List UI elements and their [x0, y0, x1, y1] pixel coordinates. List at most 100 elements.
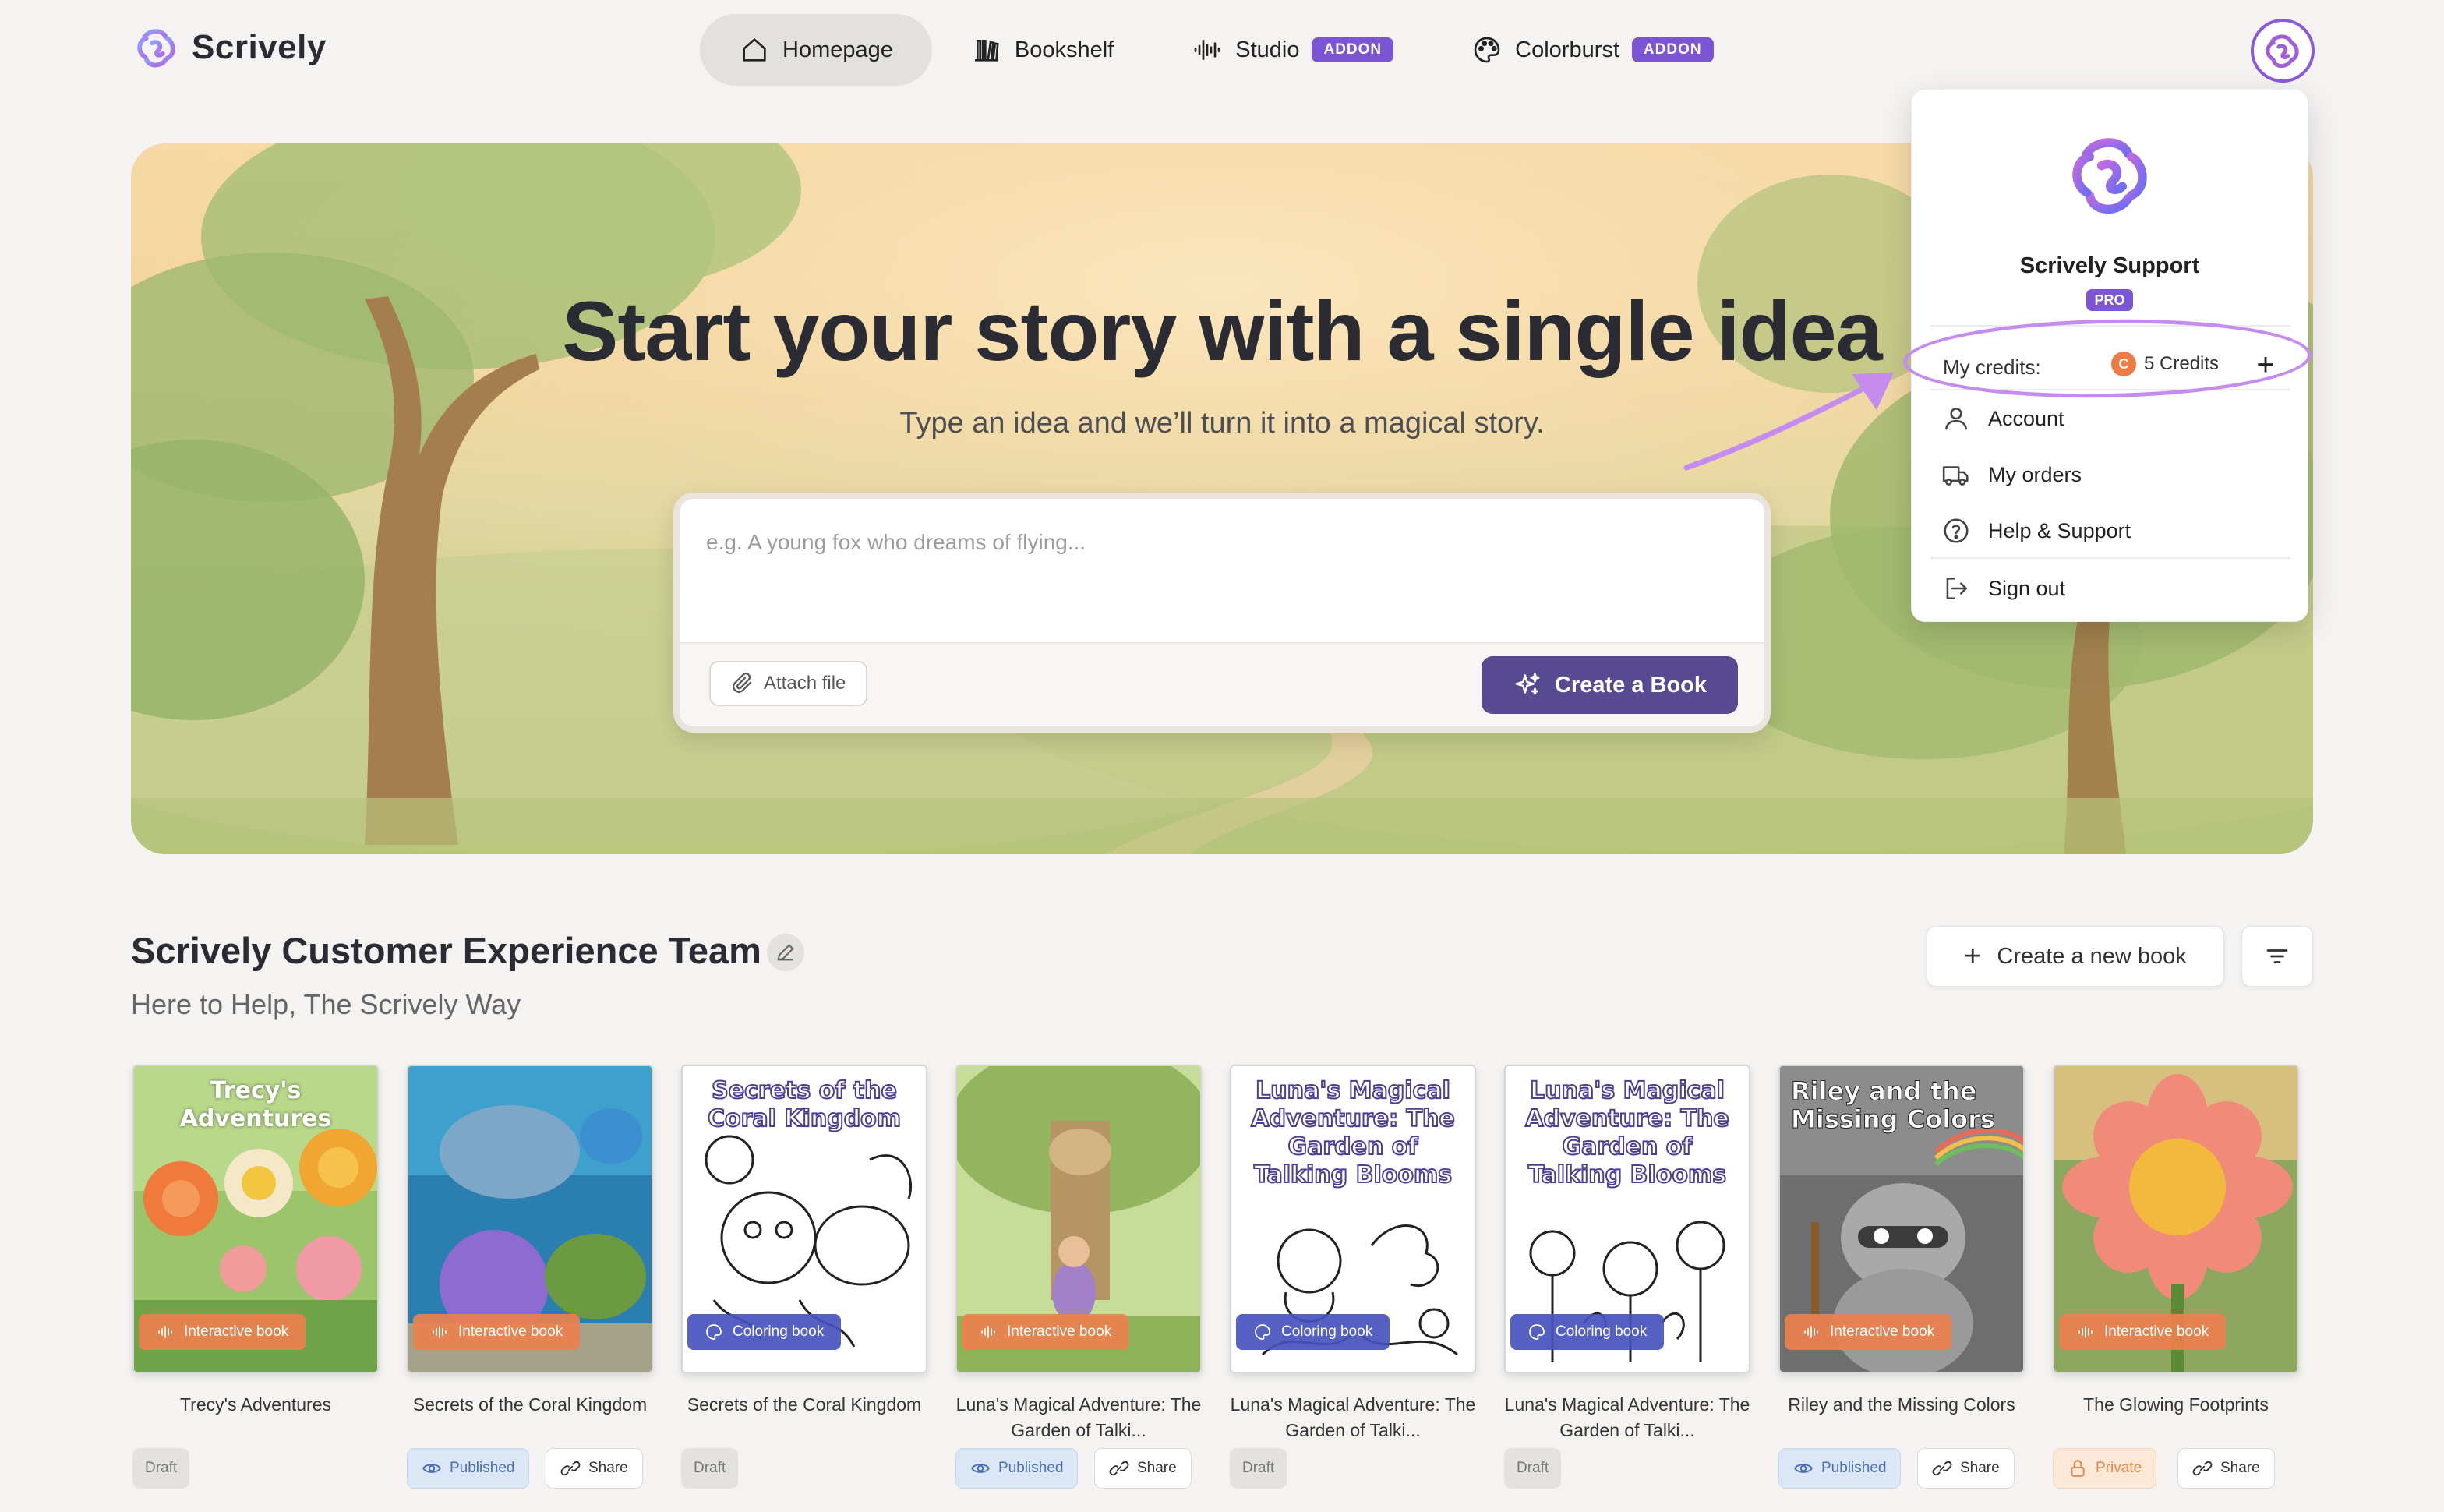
book-actions: Draft [132, 1448, 397, 1492]
book-cover[interactable]: Interactive book [407, 1065, 653, 1373]
link-icon [1932, 1461, 1952, 1476]
menu-item-account[interactable]: Account [1941, 395, 2276, 442]
audio-wave-icon [433, 1326, 447, 1338]
share-button[interactable]: Share [1917, 1448, 2015, 1489]
book-type-badge: Interactive book [962, 1314, 1129, 1350]
book-type-label: Interactive book [184, 1323, 289, 1340]
status-badge-published: Published [407, 1448, 530, 1489]
book-actions: Private Share [2053, 1448, 2318, 1492]
book-card[interactable]: Interactive book Secrets of the Coral Ki… [407, 1065, 653, 1489]
cover-title: Riley and the Missing Colors [1791, 1076, 1996, 1134]
book-actions: Draft [1504, 1448, 1769, 1492]
book-cover[interactable]: Luna's Magical Adventure: The Garden of … [1230, 1065, 1476, 1373]
book-title[interactable]: Trecy's Adventures [132, 1392, 379, 1443]
book-type-badge: Interactive book [1785, 1314, 1952, 1350]
status-label: Published [450, 1460, 515, 1476]
book-title[interactable]: The Glowing Footprints [2053, 1392, 2299, 1443]
share-button[interactable]: Share [2177, 1448, 2275, 1489]
pencil-icon [777, 944, 794, 961]
filter-icon [2266, 949, 2288, 963]
nav-homepage[interactable]: Homepage [700, 14, 932, 86]
status-label: Private [2096, 1460, 2142, 1476]
menu-item-sign-out[interactable]: Sign out [1941, 565, 2276, 612]
book-card[interactable]: Riley and the Missing Colors Interactive… [1778, 1065, 2025, 1489]
book-card[interactable]: Interactive book Luna's Magical Adventur… [955, 1065, 1202, 1489]
book-type-label: Coloring book [1556, 1323, 1648, 1340]
book-cover[interactable]: Trecy's Adventures Interactive book [132, 1065, 379, 1373]
app-logo[interactable]: Scrively [132, 23, 327, 72]
book-cover[interactable]: Luna's Magical Adventure: The Garden of … [1504, 1065, 1750, 1373]
user-avatar-button[interactable] [2251, 19, 2315, 83]
audio-wave-icon [981, 1326, 995, 1338]
book-card[interactable]: Secrets of the Coral Kingdom Coloring bo… [681, 1065, 927, 1489]
book-title[interactable]: Secrets of the Coral Kingdom [407, 1392, 653, 1443]
book-title[interactable]: Luna's Magical Adventure: The Garden of … [1504, 1392, 1750, 1443]
menu-item-label: My orders [1988, 462, 2082, 486]
book-card[interactable]: Interactive book The Glowing Footprints … [2053, 1065, 2299, 1489]
book-type-label: Coloring book [733, 1323, 825, 1340]
eye-icon [971, 1464, 990, 1473]
book-actions: Draft [681, 1448, 946, 1492]
book-cover[interactable]: Interactive book [955, 1065, 1202, 1373]
book-title[interactable]: Luna's Magical Adventure: The Garden of … [1230, 1392, 1476, 1443]
status-badge-published: Published [1778, 1448, 1902, 1489]
book-type-badge: Coloring book [687, 1314, 842, 1350]
eye-icon [422, 1464, 441, 1473]
book-card[interactable]: Luna's Magical Adventure: The Garden of … [1504, 1065, 1750, 1489]
menu-item-help-support[interactable]: Help & Support [1941, 507, 2276, 554]
book-actions: Draft [1230, 1448, 1495, 1492]
nav-studio[interactable]: Studio ADDON [1153, 14, 1432, 86]
filter-button[interactable] [2241, 926, 2313, 987]
share-label: Share [2220, 1460, 2260, 1476]
book-type-label: Interactive book [458, 1323, 563, 1340]
palette-icon [1474, 37, 1500, 63]
colorburst-addon-badge: ADDON [1631, 37, 1714, 62]
status-badge-draft: Draft [132, 1448, 190, 1489]
book-type-label: Interactive book [2104, 1323, 2209, 1340]
link-icon [560, 1461, 581, 1476]
top-bar: Scrively Homepage Bookshelf Studio ADDON… [0, 0, 2444, 100]
nav-bookshelf[interactable]: Bookshelf [932, 14, 1153, 86]
book-type-badge: Interactive book [413, 1314, 581, 1350]
book-title[interactable]: Riley and the Missing Colors [1778, 1392, 2025, 1443]
book-card[interactable]: Trecy's Adventures Interactive book Trec… [132, 1065, 379, 1489]
story-prompt-box: Attach file Create a Book [673, 493, 1771, 733]
nav-colorburst[interactable]: Colorburst ADDON [1432, 14, 1752, 86]
book-type-badge: Interactive book [2059, 1314, 2227, 1350]
paperclip-icon [733, 672, 752, 693]
truck-icon [1942, 466, 1969, 486]
book-type-badge: Coloring book [1236, 1314, 1390, 1350]
book-cover[interactable]: Secrets of the Coral Kingdom Coloring bo… [681, 1065, 927, 1373]
book-title[interactable]: Luna's Magical Adventure: The Garden of … [955, 1392, 1202, 1443]
book-card[interactable]: Luna's Magical Adventure: The Garden of … [1230, 1065, 1476, 1489]
cover-title: Secrets of the Coral Kingdom [707, 1076, 902, 1133]
book-type-label: Interactive book [1830, 1323, 1935, 1340]
status-badge-private: Private [2053, 1448, 2157, 1489]
cover-title: Luna's Magical Adventure: The Garden of … [1524, 1076, 1729, 1189]
share-button[interactable]: Share [546, 1448, 643, 1489]
share-button[interactable]: Share [1094, 1448, 1192, 1489]
plus-icon: + [1964, 939, 1982, 973]
menu-item-label: Help & Support [1988, 518, 2131, 542]
create-new-book-button[interactable]: + Create a new book [1927, 926, 2224, 987]
sign-out-icon [1946, 578, 1967, 599]
create-book-button[interactable]: Create a Book [1481, 656, 1738, 714]
book-cover[interactable]: Interactive book [2053, 1065, 2299, 1373]
menu-item-label: Account [1988, 406, 2064, 430]
lock-icon [2071, 1460, 2085, 1477]
edit-team-button[interactable] [767, 934, 804, 971]
book-title[interactable]: Secrets of the Coral Kingdom [681, 1392, 927, 1443]
status-badge-draft: Draft [1504, 1448, 1562, 1489]
nav-homepage-label: Homepage [782, 37, 893, 62]
scrively-brand-icon [2072, 138, 2147, 214]
book-cover[interactable]: Riley and the Missing Colors Interactive… [1778, 1065, 2025, 1373]
create-new-book-label: Create a new book [1997, 943, 2187, 969]
story-idea-input[interactable] [706, 530, 1719, 555]
help-circle-icon [1944, 518, 1969, 543]
scrively-logo-icon [137, 29, 175, 68]
menu-item-my-orders[interactable]: My orders [1941, 451, 2276, 498]
team-title: Scrively Customer Experience Team [131, 930, 761, 971]
status-label: Published [1821, 1460, 1887, 1476]
attach-file-button[interactable]: Attach file [709, 661, 868, 706]
attach-file-label: Attach file [764, 673, 846, 694]
